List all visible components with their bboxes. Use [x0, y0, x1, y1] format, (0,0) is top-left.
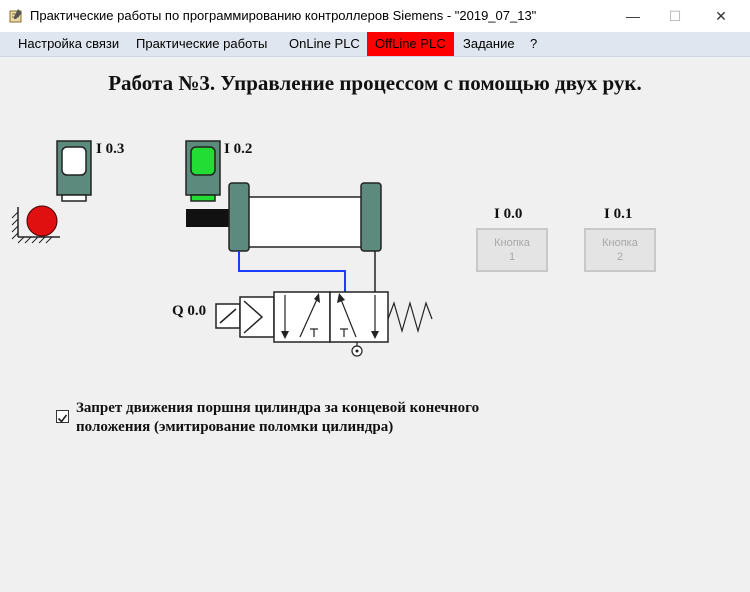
menu-online-plc[interactable]: OnLine PLC: [281, 32, 368, 56]
minimize-button[interactable]: —: [610, 0, 656, 32]
cylinder-break-label: Запрет движения поршня цилиндра за конце…: [76, 400, 480, 435]
plc-button-2-line1: Кнопка: [602, 237, 638, 249]
sensor-i03-label: I 0.3: [96, 141, 125, 157]
sensor-i02-label: I 0.2: [224, 141, 253, 157]
close-button[interactable]: ✕: [698, 0, 744, 32]
cylinder-break-checkbox[interactable]: [56, 410, 69, 423]
process-diagram: [11, 140, 433, 357]
air-line-pressure: [238, 251, 346, 293]
menu-connection-settings[interactable]: Настройка связи: [10, 32, 127, 56]
maximize-button[interactable]: ☐: [652, 0, 698, 32]
piston-rod: [186, 209, 230, 227]
plc-button-1[interactable]: Кнопка 1: [476, 228, 548, 272]
button2-address-label: I 0.1: [604, 206, 633, 222]
sensor-i03-lamp: [61, 146, 87, 176]
menu-help[interactable]: ?: [522, 32, 545, 56]
work-area: Работа №3. Управление процессом с помощь…: [0, 57, 750, 592]
window-title: Практические работы по программированию …: [30, 8, 537, 23]
valve-q00-label: Q 0.0: [172, 303, 207, 319]
plc-button-1-line2: 1: [508, 251, 516, 263]
menu-task[interactable]: Задание: [455, 32, 523, 56]
app-icon: [9, 9, 22, 23]
checkmark-icon: [57, 414, 68, 423]
menu-offline-plc[interactable]: OffLine PLC: [367, 32, 454, 56]
menu-practical-works[interactable]: Практические работы: [128, 32, 275, 56]
plc-button-2[interactable]: Кнопка 2: [584, 228, 656, 272]
plc-button-1-line1: Кнопка: [494, 237, 530, 249]
sensor-i02-lamp: [190, 146, 216, 176]
menu-bar: Настройка связи Практические работы OnLi…: [0, 32, 750, 57]
plc-button-2-line2: 2: [616, 251, 624, 263]
title-bar: Практические работы по программированию …: [0, 0, 750, 32]
sensor-i03: [56, 140, 92, 202]
directional-valve: [215, 291, 433, 357]
sensor-i02: [185, 140, 221, 202]
button1-address-label: I 0.0: [494, 206, 523, 222]
red-ball: [11, 205, 60, 244]
